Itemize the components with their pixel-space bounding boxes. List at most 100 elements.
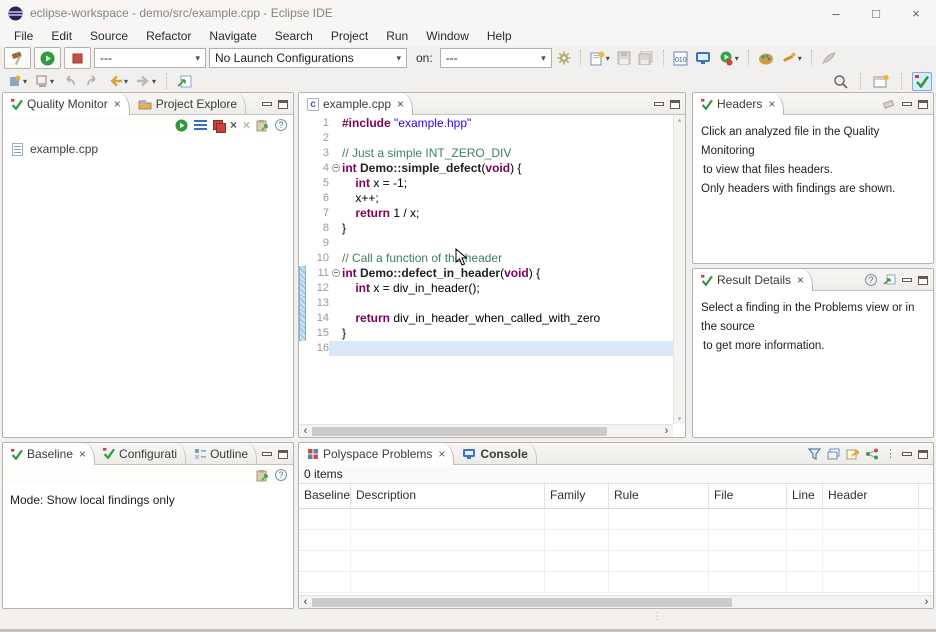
column-header-line[interactable]: Line: [787, 484, 823, 508]
minimize-view-icon[interactable]: [262, 99, 272, 108]
tab-baseline[interactable]: Baseline ×: [3, 443, 95, 465]
code-lines[interactable]: 1#include "example.hpp"23// Just a simpl…: [299, 116, 673, 424]
maximize-view-icon[interactable]: [918, 276, 928, 285]
menu-source[interactable]: Source: [81, 26, 137, 46]
code-line[interactable]: 2: [299, 131, 673, 146]
tab-polyspace-problems[interactable]: Polyspace Problems ×: [299, 443, 454, 465]
show-in-source-icon[interactable]: [883, 274, 896, 286]
launch-target-combo[interactable]: --- ▾: [440, 48, 552, 68]
collapse-icon[interactable]: [332, 269, 340, 277]
editor-vertical-scrollbar[interactable]: ▴ ▾: [673, 115, 685, 424]
column-header-family[interactable]: Family: [545, 484, 609, 508]
link-with-editor-button[interactable]: [175, 70, 194, 92]
code-line[interactable]: 12 int x = div_in_header();: [299, 281, 673, 296]
open-perspective-button[interactable]: [871, 70, 891, 92]
run-analysis-button[interactable]: [34, 47, 61, 69]
menu-run[interactable]: Run: [377, 26, 417, 46]
build-hammer-button[interactable]: [4, 47, 31, 69]
run-last-tool-button[interactable]: ▾: [33, 70, 56, 92]
previous-edit-button[interactable]: [60, 70, 79, 92]
fold-column[interactable]: [329, 266, 342, 281]
build-binary-button[interactable]: 010: [671, 47, 690, 69]
share-icon[interactable]: [865, 448, 879, 460]
code-line[interactable]: 7 return 1 / x;: [299, 206, 673, 221]
tab-console[interactable]: Console: [454, 443, 536, 464]
menu-window[interactable]: Window: [417, 26, 478, 46]
maximize-view-icon[interactable]: [278, 100, 288, 109]
column-header-header[interactable]: Header: [823, 484, 919, 508]
menu-refactor[interactable]: Refactor: [137, 26, 200, 46]
scroll-down-icon[interactable]: ▾: [678, 415, 682, 423]
analyzed-file-row[interactable]: example.cpp: [3, 135, 293, 163]
navigation-back-button[interactable]: ▾: [106, 70, 130, 92]
scroll-right-icon[interactable]: ›: [920, 597, 933, 608]
problems-horizontal-scrollbar[interactable]: ‹ ›: [299, 595, 933, 608]
code-line[interactable]: 5 int x = -1;: [299, 176, 673, 191]
next-edit-button[interactable]: [83, 70, 102, 92]
open-report-icon[interactable]: [256, 119, 269, 132]
close-icon[interactable]: ×: [797, 273, 804, 287]
window-minimize-button[interactable]: –: [816, 0, 856, 26]
view-menu-icon[interactable]: ⋮: [885, 447, 896, 460]
code-line[interactable]: 14 return div_in_header_when_called_with…: [299, 311, 673, 326]
scrollbar-thumb[interactable]: [312, 427, 607, 436]
maximize-view-icon[interactable]: [918, 100, 928, 109]
minimize-view-icon[interactable]: [902, 275, 912, 284]
scroll-up-icon[interactable]: ▴: [678, 116, 682, 124]
open-console-button[interactable]: [693, 47, 713, 69]
launch-config-combo[interactable]: No Launch Configurations ▾: [209, 48, 407, 68]
minimize-view-icon[interactable]: [654, 99, 664, 108]
close-icon[interactable]: ×: [438, 447, 445, 461]
editor-horizontal-scrollbar[interactable]: ‹ ›: [299, 424, 673, 437]
mark-occurrences-button[interactable]: [819, 47, 839, 69]
code-line[interactable]: 4int Demo::simple_defect(void) {: [299, 161, 673, 176]
export-icon[interactable]: [846, 448, 859, 460]
code-line[interactable]: 6 x++;: [299, 191, 673, 206]
tab-editor-example-cpp[interactable]: c example.cpp ×: [299, 93, 413, 115]
tab-project-explorer[interactable]: Project Explore: [130, 93, 246, 114]
menu-navigate[interactable]: Navigate: [200, 26, 265, 46]
terminate-all-icon[interactable]: ×: [243, 120, 250, 130]
save-button[interactable]: [615, 47, 633, 69]
window-close-button[interactable]: ×: [896, 0, 936, 26]
open-report-icon[interactable]: [256, 469, 269, 482]
close-icon[interactable]: ×: [397, 97, 404, 111]
show-log-icon[interactable]: [194, 120, 207, 131]
start-analysis-icon[interactable]: [175, 119, 188, 132]
code-line[interactable]: 10// Call a function of the header: [299, 251, 673, 266]
filter-icon[interactable]: [808, 448, 821, 460]
trim-handle[interactable]: ⋮: [652, 613, 662, 620]
clear-icon[interactable]: [883, 98, 896, 109]
menu-help[interactable]: Help: [478, 26, 521, 46]
scroll-right-icon[interactable]: ›: [660, 426, 673, 437]
code-line[interactable]: 3// Just a simple INT_ZERO_DIV: [299, 146, 673, 161]
close-icon[interactable]: ×: [114, 97, 121, 111]
annotate-button[interactable]: ▾: [779, 47, 804, 69]
menu-file[interactable]: File: [5, 26, 42, 46]
help-icon[interactable]: ?: [275, 469, 287, 481]
code-line[interactable]: 9: [299, 236, 673, 251]
menu-search[interactable]: Search: [266, 26, 322, 46]
minimize-view-icon[interactable]: [902, 99, 912, 108]
tab-outline[interactable]: Outline: [186, 443, 257, 464]
save-all-button[interactable]: [636, 47, 656, 69]
tab-headers[interactable]: Headers ×: [693, 93, 784, 115]
code-line[interactable]: 16: [299, 341, 673, 356]
help-icon[interactable]: ?: [865, 274, 877, 286]
close-icon[interactable]: ×: [768, 97, 775, 111]
stop-analysis-button[interactable]: [64, 47, 91, 69]
debug-tool-button[interactable]: ▾: [6, 70, 29, 92]
open-element-button[interactable]: [756, 47, 776, 69]
column-header-description[interactable]: Description: [351, 484, 545, 508]
launch-settings-gear-button[interactable]: [555, 47, 573, 69]
minimize-view-icon[interactable]: [902, 449, 912, 458]
maximize-view-icon[interactable]: [918, 450, 928, 459]
build-config-combo[interactable]: --- ▾: [94, 48, 206, 68]
fold-column[interactable]: [329, 161, 342, 176]
window-maximize-button[interactable]: □: [856, 0, 896, 26]
collapse-icon[interactable]: [332, 164, 340, 172]
menu-project[interactable]: Project: [322, 26, 377, 46]
code-line[interactable]: 13: [299, 296, 673, 311]
tab-result-details[interactable]: Result Details ×: [693, 269, 813, 291]
column-header-file[interactable]: File: [709, 484, 787, 508]
